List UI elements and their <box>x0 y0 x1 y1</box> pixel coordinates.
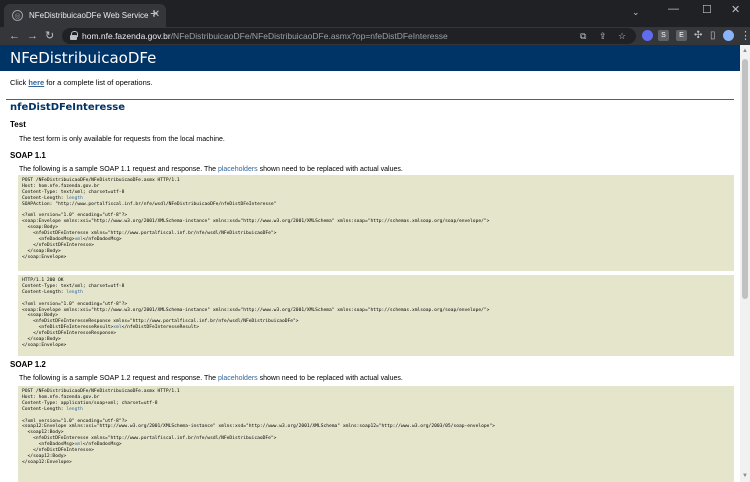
new-tab-button[interactable]: + <box>150 6 158 20</box>
vertical-scrollbar[interactable]: ▲ ▼ <box>740 45 750 482</box>
browser-toolbar: ← → ↻ hom.nfe.fazenda.gov.br/NFeDistribu… <box>0 27 750 45</box>
code-line: </soap:Envelope> <box>22 342 67 348</box>
soap11-heading: SOAP 1.1 <box>10 151 46 160</box>
placeholder-text: xml <box>74 442 83 448</box>
operation-title: nfeDistDFeInteresse <box>10 102 126 113</box>
placeholder-text: length <box>66 406 83 412</box>
browser-tab[interactable]: ◎ NFeDistribuicaoDFe Web Service ✕ <box>4 4 166 27</box>
operations-link[interactable]: here <box>28 78 44 87</box>
extension-icon[interactable]: E <box>676 30 687 41</box>
translate-icon[interactable]: ⧉ <box>580 30 586 42</box>
profile-icon[interactable] <box>723 30 734 41</box>
scroll-down-icon[interactable]: ▼ <box>741 472 749 480</box>
placeholder-text: xml <box>113 325 122 331</box>
page-content: NFeDistribuicaoDFe Click here for a comp… <box>0 45 740 482</box>
window-close-icon[interactable]: ✕ <box>731 3 740 16</box>
forward-icon[interactable]: → <box>27 27 38 45</box>
sidebar-icon[interactable]: ▯ <box>710 27 716 45</box>
scroll-up-icon[interactable]: ▲ <box>741 47 749 55</box>
address-bar[interactable]: hom.nfe.fazenda.gov.br/NFeDistribuicaoDF… <box>62 28 636 44</box>
intro-text: Click here for a complete list of operat… <box>10 78 153 87</box>
soap12-note: The following is a sample SOAP 1.2 reque… <box>19 375 403 382</box>
test-note: The test form is only available for requ… <box>19 136 225 143</box>
tab-title: NFeDistribuicaoDFe Web Service <box>29 11 149 20</box>
code-line: </soap:Envelope> <box>22 254 67 260</box>
soap12-heading: SOAP 1.2 <box>10 360 46 369</box>
extension-icon[interactable]: S <box>658 30 669 41</box>
lock-icon[interactable] <box>70 31 78 40</box>
back-icon[interactable]: ← <box>9 27 20 45</box>
extension-icon[interactable] <box>642 30 653 41</box>
soap11-note: The following is a sample SOAP 1.1 reque… <box>19 166 403 173</box>
url-text[interactable]: hom.nfe.fazenda.gov.br/NFeDistribuicaoDF… <box>82 30 448 42</box>
share-icon[interactable]: ⇪ <box>599 30 607 42</box>
reload-icon[interactable]: ↻ <box>45 27 54 45</box>
divider <box>6 99 734 100</box>
placeholder-text: length <box>66 289 83 295</box>
soap11-response-code: HTTP/1.1 200 OK Content-Type: text/xml; c… <box>18 275 734 356</box>
maximize-icon[interactable]: ☐ <box>702 3 712 16</box>
placeholder-text: xml <box>74 237 83 243</box>
soap12-request-code: POST /NFeDistribuicaoDFe/NFeDistribuicao… <box>18 386 734 482</box>
soap11-request-code: POST /NFeDistribuicaoDFe/NFeDistribuicao… <box>18 175 734 271</box>
placeholder-text: length <box>66 195 83 201</box>
chevron-down-icon[interactable]: ⌄ <box>632 7 640 18</box>
code-line: </soap12:Envelope> <box>22 459 72 465</box>
star-icon[interactable]: ☆ <box>618 30 626 42</box>
minimize-icon[interactable]: — <box>668 3 679 15</box>
page-title: NFeDistribuicaoDFe <box>0 45 740 71</box>
globe-icon: ◎ <box>12 10 23 21</box>
tab-strip: ◎ NFeDistribuicaoDFe Web Service ✕ + ⌄ —… <box>0 0 750 27</box>
test-heading: Test <box>10 120 26 129</box>
menu-icon[interactable]: ⋮ <box>740 27 750 45</box>
puzzle-icon[interactable]: ✣ <box>694 27 702 45</box>
scrollbar-thumb[interactable] <box>742 59 748 299</box>
